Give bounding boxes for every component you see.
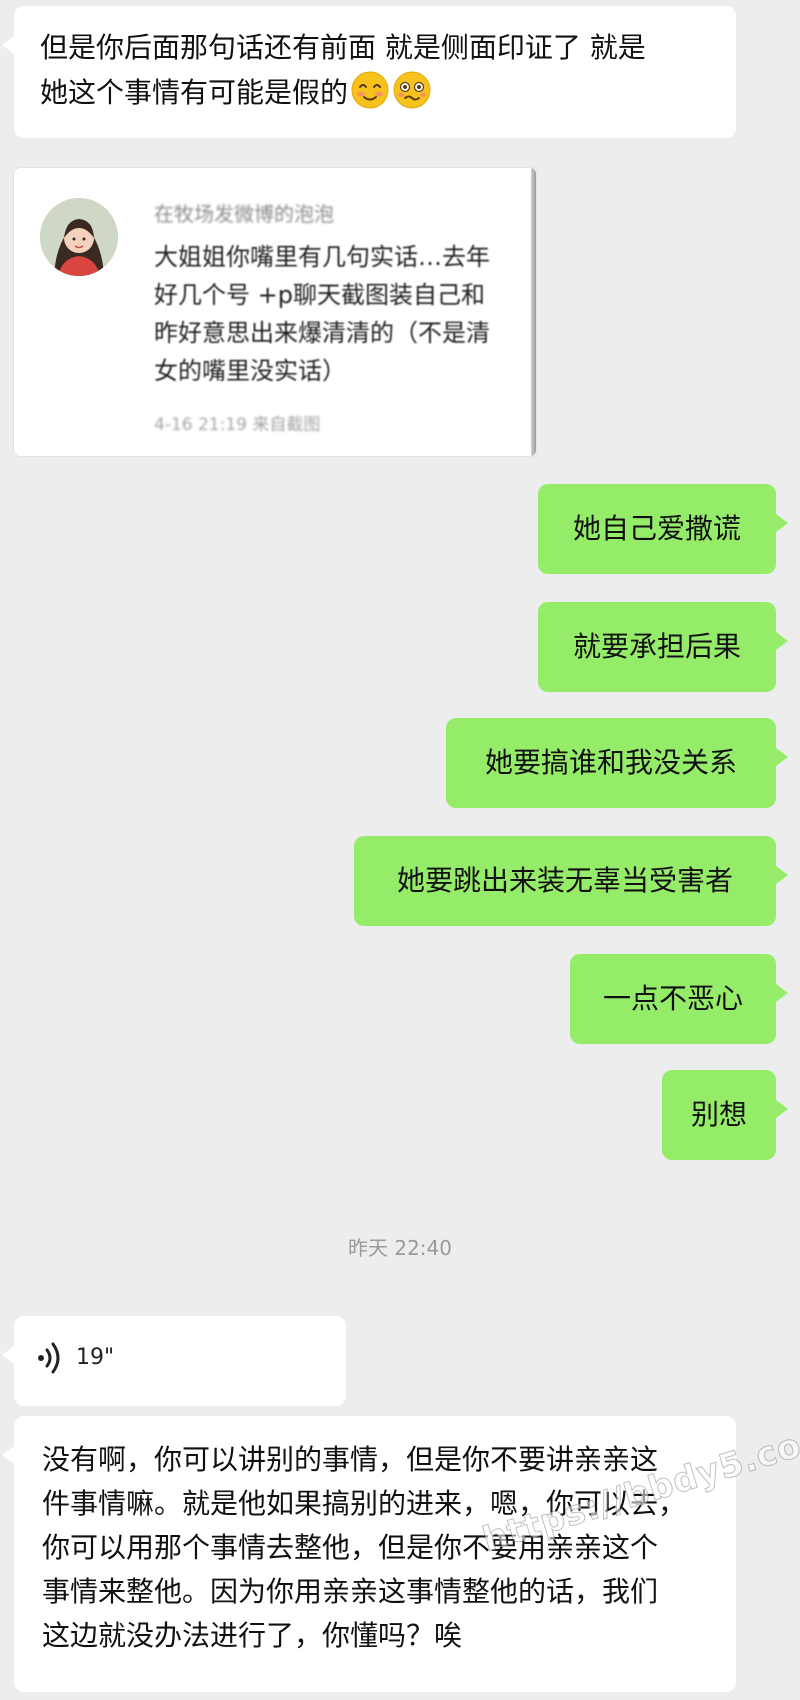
voice-duration: 19" xyxy=(76,1345,115,1370)
outgoing-message-bubble[interactable]: 她自己爱撒谎 xyxy=(538,484,788,574)
quoted-post-line: 大姐姐你嘴里有几句实话…去年 xyxy=(154,243,490,271)
message-text-line: 这边就没办法进行了，你懂吗？唉 xyxy=(42,1619,463,1652)
incoming-message-bubble[interactable]: 但是你后面那句话还有前面 就是侧面印证了 就是 她这个事情有可能是假的 xyxy=(2,6,736,138)
quoted-post-text: 大姐姐你嘴里有几句实话…去年 好几个号 +p聊天截图装自己和 昨好意思出来爆清清… xyxy=(154,238,536,390)
message-text: 她要搞谁和我没关系 xyxy=(484,746,737,779)
avatar xyxy=(40,198,118,276)
voice-message-bubble[interactable]: 19" xyxy=(2,1316,346,1406)
outgoing-message-bubble[interactable]: 她要搞谁和我没关系 xyxy=(446,718,788,808)
message-text: 就要承担后果 xyxy=(572,630,741,663)
woozy-face-emoji xyxy=(393,71,431,109)
message-text: 她自己爱撒谎 xyxy=(572,512,741,545)
message-text-line: 没有啊，你可以讲别的事情，但是你不要讲亲亲这 xyxy=(42,1443,659,1476)
outgoing-message-bubble[interactable]: 她要跳出来装无辜当受害者 xyxy=(354,836,788,926)
chat-timestamp: 昨天 22:40 xyxy=(348,1236,452,1260)
message-text: 一点不恶心 xyxy=(602,982,743,1015)
message-text-line: 件事情嘛。就是他如果搞别的进来，嗯，你可以去， xyxy=(42,1487,687,1520)
avatar-illustration-icon xyxy=(40,198,118,276)
incoming-message-bubble[interactable]: 没有啊，你可以讲别的事情，但是你不要讲亲亲这 件事情嘛。就是他如果搞别的进来，嗯… xyxy=(2,1416,736,1692)
message-text: 别想 xyxy=(690,1098,747,1131)
message-text: 她要跳出来装无辜当受害者 xyxy=(396,864,733,897)
voice-wave-icon xyxy=(38,1342,60,1374)
outgoing-message-bubble[interactable]: 一点不恶心 xyxy=(570,954,788,1044)
smiling-face-with-smiling-eyes-emoji xyxy=(351,71,389,109)
outgoing-message-bubble[interactable]: 别想 xyxy=(662,1070,788,1160)
chat-view: 但是你后面那句话还有前面 就是侧面印证了 就是 她这个事情有可能是假的 在牧场发… xyxy=(0,0,800,1700)
shared-screenshot-image[interactable]: 在牧场发微博的泡泡 大姐姐你嘴里有几句实话…去年 好几个号 +p聊天截图装自己和… xyxy=(14,168,536,456)
quoted-post-line: 好几个号 +p聊天截图装自己和 xyxy=(154,281,485,309)
quoted-username: 在牧场发微博的泡泡 xyxy=(154,202,334,226)
message-text-line: 你可以用那个事情去整他，但是你不要用亲亲这个 xyxy=(42,1531,659,1564)
quoted-post-time: 4-16 21:19 来自截图 xyxy=(154,415,321,435)
quoted-post-line: 女的嘴里没实话） xyxy=(154,357,346,385)
message-text-line: 事情来整他。因为你用亲亲这事情整他的话，我们 xyxy=(42,1575,659,1608)
message-text: 但是你后面那句话还有前面 就是侧面印证了 就是 她这个事情有可能是假的 xyxy=(40,31,646,109)
quoted-post-line: 昨好意思出来爆清清的（不是清 xyxy=(154,319,490,347)
outgoing-message-bubble[interactable]: 就要承担后果 xyxy=(538,602,788,692)
